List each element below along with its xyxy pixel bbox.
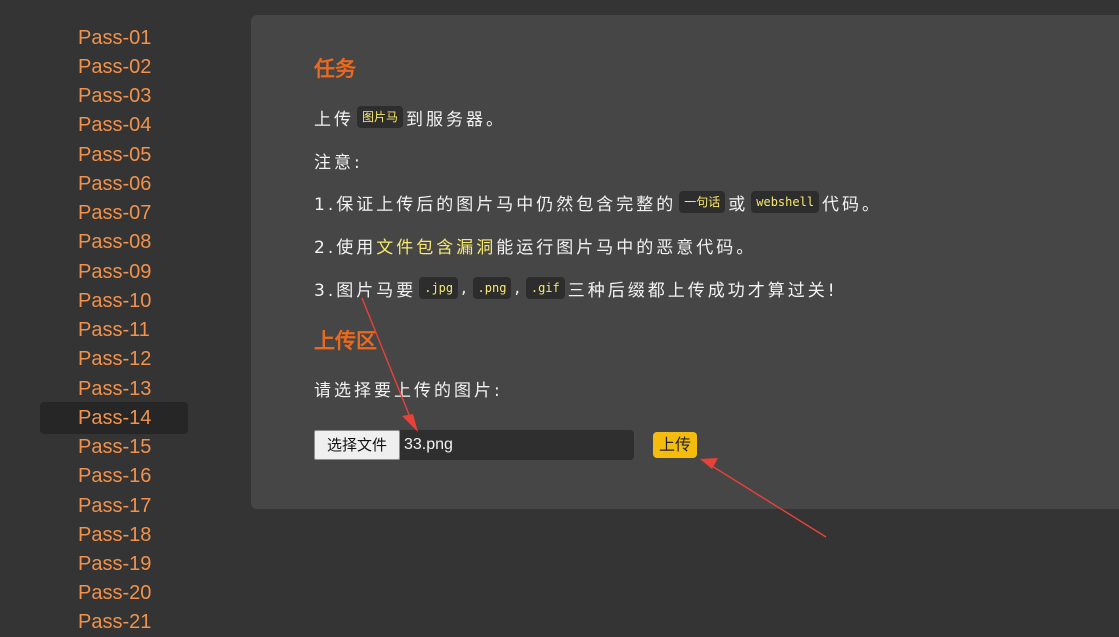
sidebar-item-pass-21[interactable]: Pass-21 — [40, 608, 188, 637]
sidebar-item-pass-14[interactable]: Pass-14 — [40, 402, 188, 434]
note-label: 注意: — [314, 152, 363, 173]
note-text: 能运行图片马中的恶意代码。 — [496, 237, 757, 258]
sidebar-item-pass-18[interactable]: Pass-18 — [40, 521, 188, 550]
upload-prompt: 请选择要上传的图片: — [314, 380, 503, 401]
sidebar-item-label: Pass-04 — [78, 114, 152, 136]
note-text: 1.保证上传后的图片马中仍然包含完整的 — [314, 194, 677, 215]
page: Pass-01 Pass-02 Pass-03 Pass-04 Pass-05 … — [0, 0, 1119, 637]
sidebar-item-pass-11[interactable]: Pass-11 — [40, 316, 188, 345]
upload-button[interactable]: 上传 — [653, 432, 697, 458]
code-tag: webshell — [751, 191, 820, 213]
sidebar-item-pass-12[interactable]: Pass-12 — [40, 345, 188, 374]
sidebar-item-pass-10[interactable]: Pass-10 — [40, 287, 188, 316]
sidebar-item-label: Pass-10 — [78, 290, 152, 312]
sidebar-item-label: Pass-20 — [78, 582, 152, 604]
code-tag: .jpg — [419, 277, 459, 299]
sidebar-item-pass-06[interactable]: Pass-06 — [40, 170, 188, 199]
note-text: 或 — [728, 194, 749, 215]
separator: , — [461, 278, 470, 298]
code-tag: 一句话 — [679, 191, 726, 213]
sidebar-item-label: Pass-12 — [78, 348, 152, 370]
sidebar-item-pass-01[interactable]: Pass-01 — [40, 24, 188, 53]
sidebar-item-label: Pass-05 — [78, 144, 152, 166]
sidebar-item-pass-05[interactable]: Pass-05 — [40, 141, 188, 170]
sidebar-item-pass-04[interactable]: Pass-04 — [40, 111, 188, 140]
task-text: 到服务器。 — [406, 109, 507, 130]
sidebar-item-label: Pass-18 — [78, 524, 152, 546]
sidebar-item-pass-20[interactable]: Pass-20 — [40, 579, 188, 608]
sidebar-item-pass-16[interactable]: Pass-16 — [40, 462, 188, 491]
sidebar-item-pass-03[interactable]: Pass-03 — [40, 82, 188, 111]
sidebar-item-label: Pass-02 — [78, 56, 152, 78]
main-panel: 任务 上传 图片马 到服务器。 注意: 1.保证上传后的图片马中仍然包含完整的 … — [251, 15, 1119, 509]
task-description: 上传 图片马 到服务器。 — [314, 102, 506, 132]
sidebar-item-pass-19[interactable]: Pass-19 — [40, 550, 188, 579]
sidebar-item-pass-08[interactable]: Pass-08 — [40, 228, 188, 257]
code-tag: .png — [472, 277, 512, 299]
sidebar-item-label: Pass-21 — [78, 611, 152, 633]
note-text: 代码。 — [822, 194, 883, 215]
sidebar-item-pass-02[interactable]: Pass-02 — [40, 53, 188, 82]
task-text: 上传 — [314, 109, 354, 130]
sidebar-item-label: Pass-19 — [78, 553, 152, 575]
upload-heading: 上传区 — [314, 329, 377, 353]
sidebar-item-label: Pass-07 — [78, 202, 152, 224]
note-item-1: 1.保证上传后的图片马中仍然包含完整的 一句话 或 webshell 代码。 — [314, 187, 882, 217]
sidebar-item-label: Pass-01 — [78, 27, 152, 49]
sidebar-item-label: Pass-09 — [78, 261, 152, 283]
sidebar-item-label: Pass-08 — [78, 231, 152, 253]
separator: , — [514, 278, 523, 298]
sidebar-item-label: Pass-17 — [78, 495, 152, 517]
sidebar: Pass-01 Pass-02 Pass-03 Pass-04 Pass-05 … — [0, 0, 220, 637]
sidebar-item-pass-15[interactable]: Pass-15 — [40, 433, 188, 462]
sidebar-item-pass-09[interactable]: Pass-09 — [40, 258, 188, 287]
note-item-2: 2.使用 文件包含漏洞 能运行图片马中的恶意代码。 — [314, 230, 756, 260]
sidebar-item-label: Pass-11 — [78, 319, 150, 341]
sidebar-item-label: Pass-06 — [78, 173, 152, 195]
note-item-3: 3.图片马要 .jpg , .png , .gif 三种后缀都上传成功才算过关! — [314, 273, 838, 303]
highlight-text: 文件包含漏洞 — [376, 237, 497, 258]
note-text: 三种后缀都上传成功才算过关! — [567, 280, 838, 301]
sidebar-item-pass-17[interactable]: Pass-17 — [40, 492, 188, 521]
task-heading: 任务 — [314, 57, 356, 81]
sidebar-item-label: Pass-14 — [78, 407, 152, 429]
note-text: 2.使用 — [314, 237, 377, 258]
sidebar-item-label: Pass-03 — [78, 85, 152, 107]
sidebar-item-label: Pass-16 — [78, 465, 152, 487]
sidebar-item-pass-13[interactable]: Pass-13 — [40, 375, 188, 404]
sidebar-item-pass-07[interactable]: Pass-07 — [40, 199, 188, 228]
sidebar-item-label: Pass-15 — [78, 436, 152, 458]
choose-file-button[interactable]: 选择文件 — [314, 430, 400, 460]
sidebar-item-label: Pass-13 — [78, 378, 152, 400]
code-tag: 图片马 — [357, 106, 404, 128]
note-text: 3.图片马要 — [314, 280, 417, 301]
selected-file-name: 33.png — [400, 430, 634, 460]
code-tag: .gif — [525, 277, 565, 299]
